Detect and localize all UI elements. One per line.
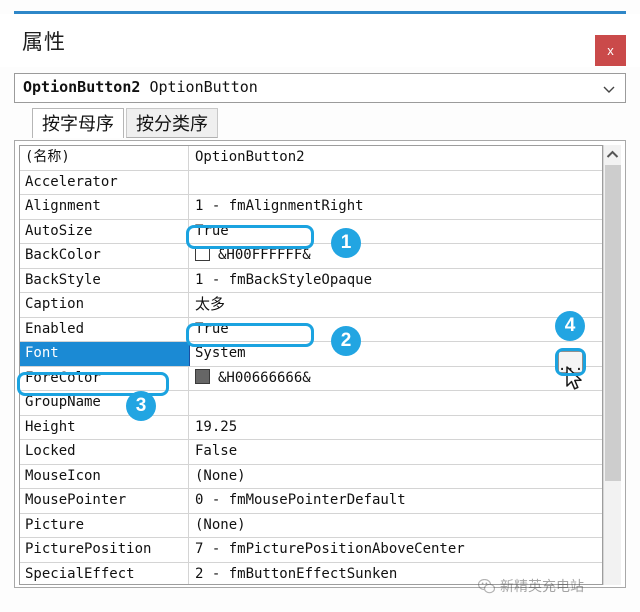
property-name-cell[interactable]: Font [20, 342, 189, 366]
table-row[interactable]: Enabled True [20, 317, 602, 342]
property-value-cell[interactable]: &H00FFFFFF& [190, 244, 602, 268]
table-row[interactable]: Height 19.25 [20, 415, 602, 440]
property-value-cell[interactable]: 1 - fmBackStyleOpaque [190, 269, 602, 293]
property-name-cell[interactable]: PicturePosition [20, 538, 189, 562]
object-selector-combobox[interactable]: OptionButton2 OptionButton [14, 73, 626, 103]
properties-window: 属性 x OptionButton2 OptionButton 按字母序 按分类… [0, 0, 640, 612]
property-name-cell[interactable]: BackColor [20, 244, 189, 268]
title-bar: 属性 x [0, 14, 640, 67]
property-name-cell[interactable]: ForeColor [20, 366, 189, 390]
table-row[interactable]: BackStyle 1 - fmBackStyleOpaque [20, 268, 602, 293]
table-row[interactable]: Font System [20, 342, 602, 367]
table-row[interactable]: GroupName [20, 391, 602, 416]
property-value-cell[interactable]: 太多 [190, 293, 602, 317]
tab-strip: 按字母序 按分类序 [14, 108, 626, 140]
property-value-cell[interactable]: 2 - fmButtonEffectSunken [190, 563, 602, 585]
property-value-cell[interactable]: System [190, 342, 602, 366]
property-value-cell[interactable]: False [190, 440, 602, 464]
property-value-cell[interactable] [190, 171, 602, 195]
property-value-cell[interactable]: 0 - fmMousePointerDefault [190, 489, 602, 513]
table-row[interactable]: Alignment 1 - fmAlignmentRight [20, 195, 602, 220]
property-value-cell[interactable]: True [190, 318, 602, 342]
color-swatch [195, 368, 210, 384]
table-row[interactable]: AutoSize True [20, 219, 602, 244]
property-grid-body: (名称) OptionButton2 Accelerator Alignment 1 -… [19, 145, 603, 585]
property-value-cell[interactable]: 1 - fmAlignmentRight [190, 195, 602, 219]
table-row[interactable]: SpecialEffect 2 - fmButtonEffectSunken [20, 562, 602, 585]
page-title: 属性 [22, 30, 66, 54]
property-name-cell[interactable]: SpecialEffect [20, 562, 189, 584]
object-type: OptionButton [149, 78, 258, 96]
close-button[interactable]: x [595, 35, 626, 66]
property-value-cell[interactable] [190, 391, 602, 415]
property-value-text: &H00666666& [218, 369, 311, 386]
property-value-text: &H00FFFFFF& [218, 247, 311, 263]
scrollbar-thumb[interactable] [605, 165, 621, 481]
table-row[interactable]: PicturePosition 7 - fmPicturePositionAbov… [20, 538, 602, 563]
property-name-cell[interactable]: GroupName [20, 391, 189, 415]
property-name-cell[interactable]: Enabled [20, 317, 189, 341]
property-name-cell[interactable]: Caption [20, 293, 189, 317]
property-value-cell[interactable]: (None) [190, 514, 602, 538]
color-swatch [195, 246, 210, 261]
scroll-up-button[interactable] [604, 145, 621, 163]
property-value-cell[interactable]: &H00666666& [190, 367, 602, 391]
table-row[interactable]: (名称) OptionButton2 [20, 146, 602, 171]
table-row[interactable]: MouseIcon (None) [20, 464, 602, 489]
tab-alphabetic[interactable]: 按字母序 [32, 108, 124, 138]
property-value-cell[interactable]: 19.25 [190, 416, 602, 440]
property-name-cell[interactable]: MouseIcon [20, 464, 189, 488]
vertical-scrollbar[interactable] [603, 145, 621, 585]
property-name-cell[interactable]: BackStyle [20, 268, 189, 292]
property-value-cell[interactable]: (None) [190, 465, 602, 489]
object-name: OptionButton2 [23, 78, 141, 96]
property-value-cell[interactable]: True [190, 220, 602, 244]
property-name-cell[interactable]: Alignment [20, 195, 189, 219]
table-row[interactable]: MousePointer 0 - fmMousePointerDefault [20, 489, 602, 514]
property-name-cell[interactable]: MousePointer [20, 489, 189, 513]
table-row[interactable]: Locked False [20, 440, 602, 465]
property-name-cell[interactable]: Height [20, 415, 189, 439]
property-value-cell[interactable]: OptionButton2 [190, 146, 602, 170]
property-value-cell[interactable]: 7 - fmPicturePositionAboveCenter [190, 538, 602, 562]
table-row[interactable]: Picture (None) [20, 513, 602, 538]
table-row[interactable]: Accelerator [20, 170, 602, 195]
chevron-up-icon [606, 150, 619, 158]
chevron-down-icon [603, 86, 615, 93]
table-row[interactable]: Caption 太多 [20, 293, 602, 318]
property-name-cell[interactable]: Locked [20, 440, 189, 464]
property-name-cell[interactable]: Picture [20, 513, 189, 537]
object-selector-text: OptionButton2 OptionButton [23, 78, 258, 96]
property-name-cell[interactable]: AutoSize [20, 219, 189, 243]
table-row[interactable]: BackColor &H00FFFFFF& [20, 244, 602, 269]
property-name-cell[interactable]: (名称) [20, 146, 189, 170]
table-row[interactable]: ForeColor &H00666666& [20, 366, 602, 391]
property-grid: (名称) OptionButton2 Accelerator Alignment 1 -… [14, 140, 626, 588]
tab-categorized[interactable]: 按分类序 [126, 108, 218, 138]
font-editor-ellipsis-button[interactable]: ... [558, 351, 583, 373]
property-name-cell[interactable]: Accelerator [20, 170, 189, 194]
